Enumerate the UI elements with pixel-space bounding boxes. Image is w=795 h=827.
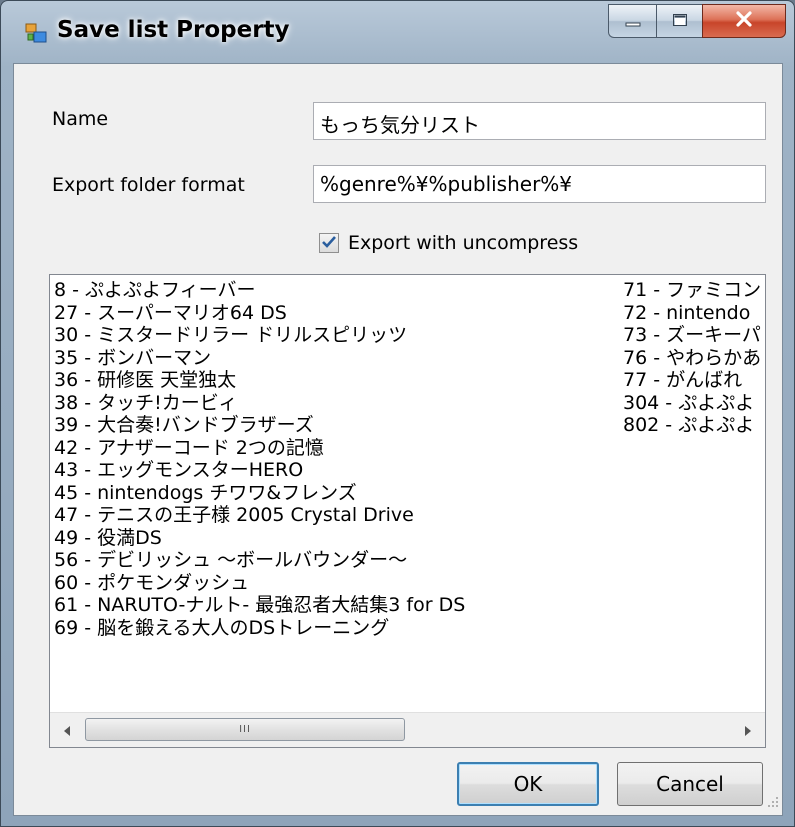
maximize-button[interactable] bbox=[656, 4, 702, 38]
list-item[interactable]: 36 - 研修医 天堂独太 bbox=[54, 369, 465, 392]
cancel-button[interactable]: Cancel bbox=[617, 762, 763, 806]
close-button[interactable] bbox=[702, 4, 786, 38]
scroll-grip: III bbox=[239, 724, 251, 735]
minimize-icon bbox=[625, 12, 641, 31]
list-column-2: 71 - ファミコンウ72 - nintendo73 - ズーキーパ76 - や… bbox=[623, 279, 763, 437]
right-arrow-icon bbox=[744, 721, 752, 740]
list-item[interactable]: 49 - 役満DS bbox=[54, 527, 465, 550]
list-item[interactable]: 60 - ポケモンダッシュ bbox=[54, 572, 465, 595]
list-item[interactable]: 8 - ぷよぷよフィーバー bbox=[54, 279, 465, 302]
horizontal-scrollbar[interactable]: III bbox=[50, 712, 765, 747]
window-title: Save list Property bbox=[57, 17, 290, 43]
uncompress-checkbox-row[interactable]: Export with uncompress bbox=[319, 232, 578, 254]
list-item[interactable]: 61 - NARUTO-ナルト- 最強忍者大結集3 for DS bbox=[54, 594, 465, 617]
scroll-left-button[interactable] bbox=[50, 713, 84, 747]
caption-buttons bbox=[608, 4, 786, 40]
list-item[interactable]: 69 - 脳を鍛える大人のDSトレーニング bbox=[54, 617, 465, 640]
left-arrow-icon bbox=[63, 721, 71, 740]
list-item[interactable]: 71 - ファミコンウ bbox=[623, 279, 763, 302]
list-item[interactable]: 47 - テニスの王子様 2005 Crystal Drive bbox=[54, 504, 465, 527]
list-item[interactable]: 45 - nintendogs チワワ&フレンズ bbox=[54, 482, 465, 505]
uncompress-checkbox[interactable] bbox=[319, 233, 339, 253]
title-bar[interactable]: Save list Property bbox=[1, 1, 794, 63]
list-item[interactable]: 38 - タッチ!カービィ bbox=[54, 392, 465, 415]
minimize-button[interactable] bbox=[608, 4, 656, 38]
list-item[interactable]: 42 - アナザーコード 2つの記憶 bbox=[54, 437, 465, 460]
scroll-thumb[interactable]: III bbox=[85, 718, 405, 741]
list-item[interactable]: 35 - ボンバーマン bbox=[54, 347, 465, 370]
list-item[interactable]: 304 - ぷよぷよ bbox=[623, 392, 763, 415]
scroll-right-button[interactable] bbox=[731, 713, 765, 747]
list-item[interactable]: 43 - エッグモンスターHERO bbox=[54, 459, 465, 482]
ok-button[interactable]: OK bbox=[457, 762, 599, 806]
list-item[interactable]: 802 - ぷよぷよ bbox=[623, 414, 763, 437]
name-label: Name bbox=[52, 108, 109, 130]
dialog-client-area: Name もっち気分リスト Export folder format %genr… bbox=[13, 63, 783, 816]
list-item[interactable]: 72 - nintendo bbox=[623, 302, 763, 325]
maximize-icon bbox=[672, 12, 688, 31]
list-item[interactable]: 27 - スーパーマリオ64 DS bbox=[54, 302, 465, 325]
game-list[interactable]: 8 - ぷよぷよフィーバー 27 - スーパーマリオ64 DS 30 - ミスタード… bbox=[49, 274, 766, 748]
resize-grip-icon[interactable] bbox=[767, 793, 779, 812]
list-item[interactable]: 39 - 大合奏!バンドブラザーズ bbox=[54, 414, 465, 437]
export-folder-label: Export folder format bbox=[52, 174, 245, 196]
name-field[interactable]: もっち気分リスト bbox=[313, 102, 766, 140]
window-app-icon[interactable] bbox=[25, 23, 47, 43]
list-item[interactable]: 30 - ミスタードリラー ドリルスピリッツ bbox=[54, 324, 465, 347]
list-column-1: 8 - ぷよぷよフィーバー 27 - スーパーマリオ64 DS 30 - ミスタード… bbox=[54, 279, 465, 639]
list-item[interactable]: 77 - がんばれ bbox=[623, 369, 763, 392]
checkmark-icon bbox=[321, 234, 337, 253]
export-folder-field[interactable]: %genre%¥%publisher%¥ bbox=[313, 165, 766, 203]
list-item[interactable]: 76 - やわらかあ bbox=[623, 347, 763, 370]
uncompress-label[interactable]: Export with uncompress bbox=[348, 232, 578, 254]
list-item[interactable]: 73 - ズーキーパ bbox=[623, 324, 763, 347]
dialog-window: Save list Property Name もっち気分リスト Export bbox=[0, 0, 795, 827]
list-item[interactable]: 56 - デビリッシュ ～ボールバウンダー～ bbox=[54, 549, 465, 572]
close-icon bbox=[735, 11, 753, 31]
